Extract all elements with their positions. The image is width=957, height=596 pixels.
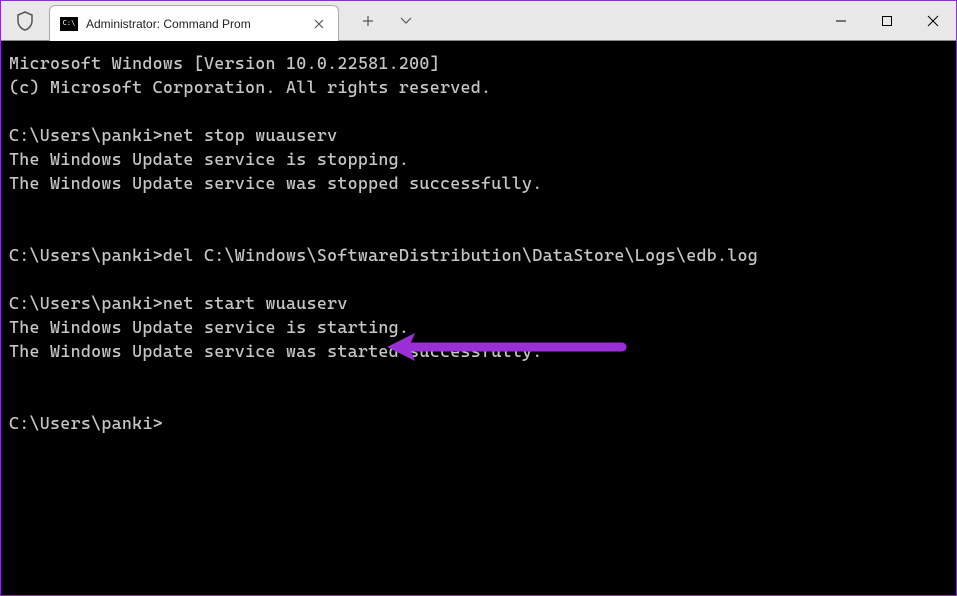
minimize-button[interactable]: [818, 1, 864, 41]
close-icon: [314, 19, 324, 29]
tab-dropdown-button[interactable]: [389, 5, 423, 37]
plus-icon: [362, 15, 374, 27]
terminal-line: [9, 363, 948, 387]
cmd-icon: C:\: [60, 17, 78, 31]
terminal-line: C:\Users\panki>: [9, 411, 948, 435]
terminal-line: (c) Microsoft Corporation. All rights re…: [9, 75, 948, 99]
titlebar-drag-area[interactable]: [423, 1, 818, 40]
chevron-down-icon: [400, 17, 412, 25]
terminal-line: The Windows Update service is starting.: [9, 315, 948, 339]
tab-actions: [339, 1, 423, 40]
terminal-line: [9, 195, 948, 219]
close-icon: [927, 15, 939, 27]
maximize-icon: [881, 15, 893, 27]
shield-icon: [16, 11, 34, 31]
minimize-icon: [835, 15, 847, 27]
terminal-output[interactable]: Microsoft Windows [Version 10.0.22581.20…: [1, 41, 956, 595]
terminal-line: C:\Users\panki>net start wuauserv: [9, 291, 948, 315]
terminal-line: [9, 219, 948, 243]
terminal-line: The Windows Update service was stopped s…: [9, 171, 948, 195]
terminal-line: [9, 267, 948, 291]
cmd-icon-label: C:\: [63, 20, 76, 27]
terminal-line: C:\Users\panki>del C:\Windows\SoftwareDi…: [9, 243, 948, 267]
terminal-line: C:\Users\panki>net stop wuauserv: [9, 123, 948, 147]
terminal-line: [9, 99, 948, 123]
terminal-line: [9, 387, 948, 411]
shield-icon-area: [1, 1, 49, 40]
terminal-line: Microsoft Windows [Version 10.0.22581.20…: [9, 51, 948, 75]
window-controls: [818, 1, 956, 40]
close-window-button[interactable]: [910, 1, 956, 41]
tab-title: Administrator: Command Prom: [86, 17, 304, 31]
terminal-line: The Windows Update service was started s…: [9, 339, 948, 363]
maximize-button[interactable]: [864, 1, 910, 41]
tab-close-button[interactable]: [310, 15, 328, 33]
titlebar: C:\ Administrator: Command Prom: [1, 1, 956, 41]
new-tab-button[interactable]: [351, 5, 385, 37]
terminal-line: The Windows Update service is stopping.: [9, 147, 948, 171]
tab-command-prompt[interactable]: C:\ Administrator: Command Prom: [49, 5, 339, 41]
